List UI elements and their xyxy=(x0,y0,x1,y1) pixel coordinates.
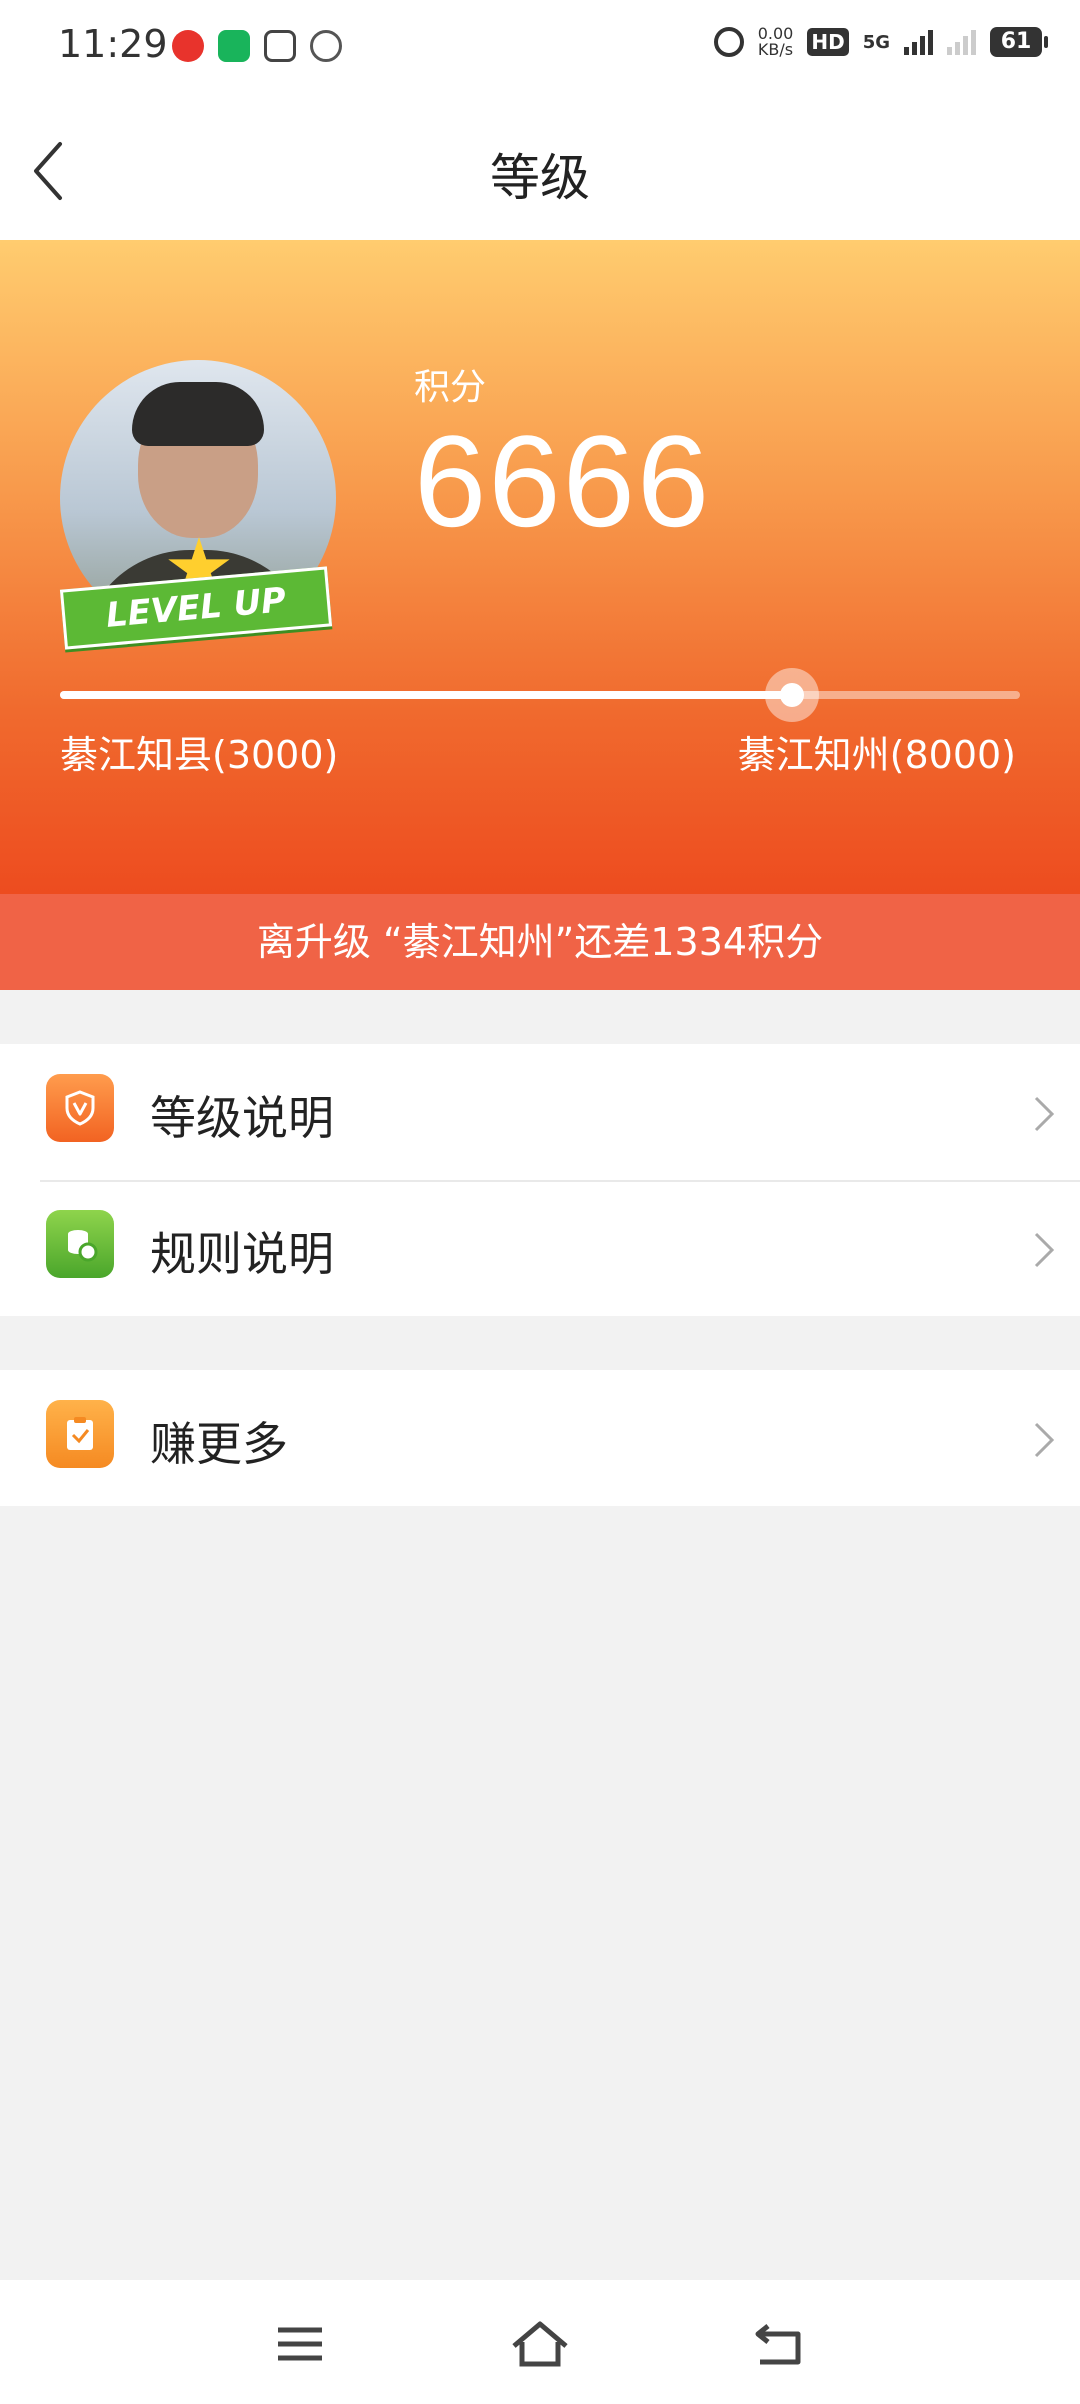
alarm-icon xyxy=(713,27,744,57)
level-progress-fill xyxy=(60,691,793,699)
list-item-label: 规则说明 xyxy=(150,1227,334,1281)
chevron-right-icon xyxy=(1034,1232,1055,1268)
level-hero: ★ LEVEL UP 积分 6666 綦江知县(3000) 綦江知州(8000) xyxy=(0,240,1080,894)
score-label: 积分 xyxy=(414,367,487,408)
status-indicators: 0.00 KB/s HD 5G 61 xyxy=(713,24,1048,59)
current-level-label: 綦江知县(3000) xyxy=(60,733,339,777)
menu-icon[interactable] xyxy=(270,2318,330,2370)
signal-secondary-icon xyxy=(947,29,976,55)
progress-thumb xyxy=(765,668,820,722)
status-bar: 11:29 0.00 KB/s HD 5G 61 xyxy=(0,0,1080,96)
nav-bar: 等级 xyxy=(0,96,1080,240)
signal-icon xyxy=(904,29,933,55)
back-icon[interactable] xyxy=(750,2318,810,2370)
coins-icon xyxy=(46,1210,114,1278)
battery-icon: 61 xyxy=(990,27,1048,57)
earn-list: 赚更多 xyxy=(0,1370,1080,1506)
info-list: 等级说明 规则说明 xyxy=(0,1044,1080,1316)
page-title: 等级 xyxy=(490,149,590,207)
bilibili-style-icon xyxy=(310,30,342,62)
system-nav-bar xyxy=(0,2280,1080,2404)
notification-icons xyxy=(172,30,342,62)
hd-voice-icon: HD xyxy=(807,28,849,56)
net-speed: 0.00 KB/s xyxy=(757,24,794,59)
status-time: 11:29 xyxy=(58,22,168,66)
chevron-right-icon xyxy=(1034,1096,1055,1132)
list-item-rules[interactable]: 规则说明 xyxy=(0,1180,1080,1316)
media-app-icon xyxy=(264,30,296,62)
video-app-icon xyxy=(218,30,250,62)
list-item-label: 赚更多 xyxy=(150,1417,288,1471)
score-value: 6666 xyxy=(414,408,712,554)
network-type: 5G xyxy=(862,31,890,53)
music-app-icon xyxy=(172,30,204,62)
list-item-label: 等级说明 xyxy=(150,1091,334,1145)
avatar-badge[interactable]: ★ LEVEL UP xyxy=(58,360,338,660)
chevron-right-icon xyxy=(1034,1422,1055,1458)
clipboard-check-icon xyxy=(46,1400,114,1468)
list-item-earn-more[interactable]: 赚更多 xyxy=(0,1370,1080,1506)
home-icon[interactable] xyxy=(510,2318,570,2370)
level-progress-bar xyxy=(60,668,1020,722)
list-item-level-info[interactable]: 等级说明 xyxy=(0,1044,1080,1180)
next-level-label: 綦江知州(8000) xyxy=(737,733,1016,777)
shield-icon xyxy=(46,1074,114,1142)
upgrade-hint: 离升级 “綦江知州”还差1334积分 xyxy=(0,894,1080,990)
